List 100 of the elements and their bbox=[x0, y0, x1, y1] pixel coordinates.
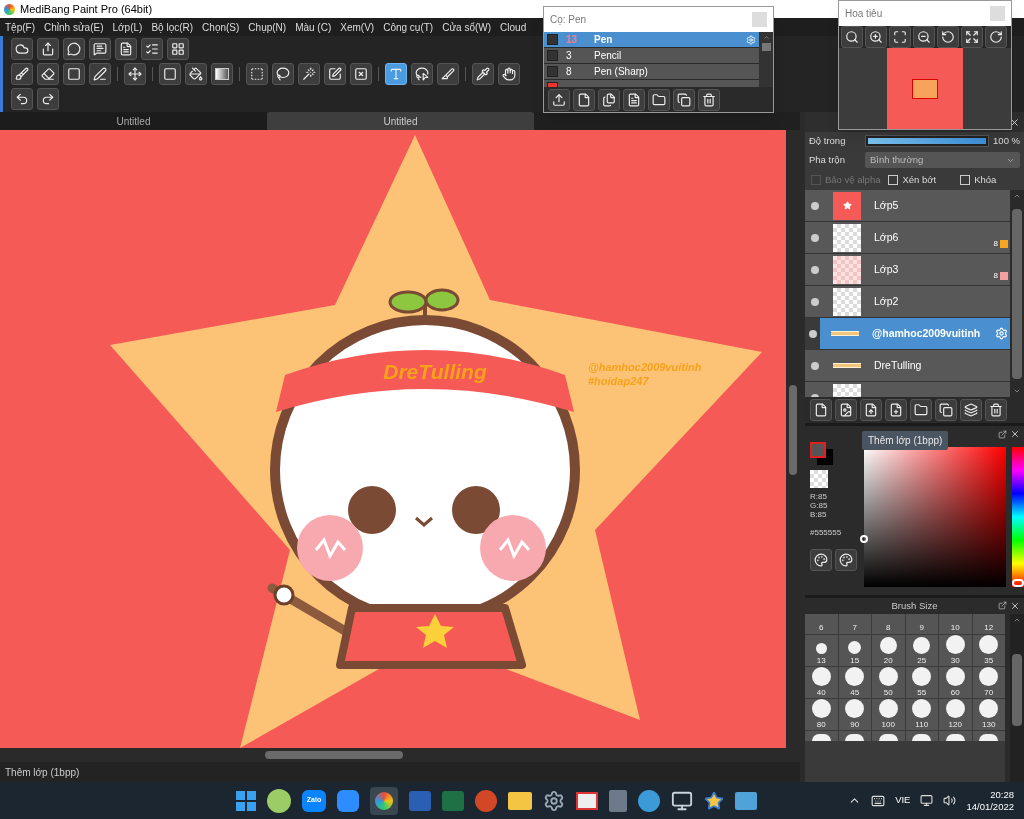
palette-button[interactable] bbox=[810, 549, 832, 571]
brush-size-option[interactable]: 8 bbox=[872, 614, 905, 634]
powerpoint-icon[interactable] bbox=[475, 789, 497, 812]
eyedropper-button[interactable] bbox=[472, 63, 494, 85]
brush-size-option[interactable]: 110 bbox=[905, 699, 938, 730]
color-swatch[interactable] bbox=[810, 442, 834, 466]
brush-size-option[interactable]: 6 bbox=[805, 614, 838, 634]
scroll-down-icon[interactable] bbox=[1013, 387, 1021, 395]
layer-row[interactable]: Lớp5 bbox=[805, 190, 1010, 222]
dashed-square-button[interactable] bbox=[246, 63, 268, 85]
brush-size-option[interactable]: 120 bbox=[939, 699, 972, 730]
brush-list-scrollbar[interactable] bbox=[759, 32, 773, 87]
menu-item[interactable]: Xem(V) bbox=[340, 19, 375, 35]
palette-edit-button[interactable] bbox=[835, 549, 857, 571]
menu-item[interactable]: Công cụ(T) bbox=[383, 19, 434, 35]
layer-row[interactable]: Lớp6 8 bbox=[805, 222, 1010, 254]
language-indicator[interactable]: VIE bbox=[895, 793, 911, 808]
document-tab[interactable]: Untitled bbox=[267, 112, 534, 130]
globe-icon[interactable] bbox=[638, 789, 660, 812]
brush-size-option[interactable]: 13 bbox=[805, 635, 838, 666]
brush-size-option[interactable] bbox=[972, 731, 1005, 741]
menu-item[interactable]: Tệp(F) bbox=[5, 19, 35, 35]
redo-button[interactable] bbox=[37, 88, 59, 111]
copy-brush-button[interactable] bbox=[673, 88, 695, 111]
text-bubble-button[interactable] bbox=[89, 37, 111, 60]
folder-icon[interactable] bbox=[508, 791, 532, 810]
magic-wand-button[interactable] bbox=[298, 63, 320, 85]
document-tab[interactable]: Untitled bbox=[0, 112, 267, 130]
brush-size-option[interactable]: 20 bbox=[872, 635, 905, 666]
close-icon[interactable] bbox=[1010, 601, 1020, 611]
brush-size-option[interactable] bbox=[838, 731, 871, 741]
calculator-icon[interactable] bbox=[609, 789, 627, 812]
layer-row[interactable]: Lớp2 bbox=[805, 286, 1010, 318]
menu-item[interactable]: Chỉnh sửa(E) bbox=[44, 19, 104, 35]
brush-button[interactable] bbox=[11, 63, 33, 85]
undock-icon[interactable] bbox=[998, 601, 1007, 610]
brush-size-option[interactable]: 12 bbox=[972, 614, 1005, 634]
zoom-out-button[interactable] bbox=[913, 26, 935, 48]
share-button[interactable] bbox=[37, 37, 59, 60]
clock[interactable]: 20:28 14/01/2022 bbox=[966, 788, 1014, 813]
list-button[interactable] bbox=[141, 37, 163, 60]
brush-size-option[interactable]: 70 bbox=[972, 667, 1005, 698]
video-call-icon[interactable] bbox=[337, 789, 359, 812]
menu-item[interactable]: Màu (C) bbox=[295, 19, 332, 35]
brush-size-option[interactable]: 25 bbox=[905, 635, 938, 666]
star-icon[interactable] bbox=[704, 790, 724, 811]
brush-size-option[interactable]: 10 bbox=[939, 614, 972, 634]
computer-icon[interactable] bbox=[671, 789, 693, 812]
blend-dropdown[interactable]: Bình thường bbox=[865, 152, 1020, 168]
brush-size-option[interactable] bbox=[939, 731, 972, 741]
rotate-left-button[interactable] bbox=[937, 26, 959, 48]
paint-bucket-button[interactable] bbox=[185, 63, 207, 85]
speech-bubble-button[interactable] bbox=[63, 37, 85, 60]
undock-icon[interactable] bbox=[998, 429, 1007, 439]
menu-item[interactable]: Cloud bbox=[500, 19, 527, 35]
app-icon[interactable] bbox=[267, 788, 291, 813]
scroll-up-icon[interactable] bbox=[1013, 616, 1021, 624]
reset-view-button[interactable] bbox=[961, 26, 983, 48]
fit-button[interactable] bbox=[889, 26, 911, 48]
word-icon[interactable] bbox=[409, 790, 431, 811]
menu-item[interactable]: Cửa sổ(W) bbox=[442, 19, 492, 35]
eraser-button[interactable] bbox=[37, 63, 59, 85]
transparent-swatch[interactable] bbox=[810, 470, 828, 488]
layer-row[interactable]: Lớp3 8 bbox=[805, 254, 1010, 286]
layer-row[interactable]: DreTulling bbox=[805, 350, 1010, 382]
rotate-right-button[interactable] bbox=[985, 26, 1007, 48]
brush-size-option[interactable]: 7 bbox=[838, 614, 871, 634]
scroll-up-icon[interactable] bbox=[762, 34, 770, 41]
menu-item[interactable]: Bộ lọc(R) bbox=[151, 19, 194, 35]
brush-size-option[interactable]: 15 bbox=[838, 635, 871, 666]
folder-button[interactable] bbox=[910, 399, 932, 421]
zoom-actual-button[interactable] bbox=[841, 26, 863, 48]
new-brush-button[interactable] bbox=[573, 88, 595, 111]
lasso-button[interactable] bbox=[272, 63, 294, 85]
delete-brush-button[interactable] bbox=[698, 88, 720, 111]
hue-thumb[interactable] bbox=[1012, 579, 1024, 587]
selection-eraser-button[interactable] bbox=[350, 63, 372, 85]
gradient-button[interactable] bbox=[211, 63, 233, 85]
layer-option-checkbox[interactable]: Khóa bbox=[960, 172, 997, 188]
brush-size-option[interactable]: 130 bbox=[972, 699, 1005, 730]
layer-scrollbar[interactable] bbox=[1010, 190, 1024, 397]
brush-size-option[interactable]: 50 bbox=[872, 667, 905, 698]
brush-size-option[interactable]: 100 bbox=[872, 699, 905, 730]
brush-size-option[interactable]: 45 bbox=[838, 667, 871, 698]
control-panel-icon[interactable] bbox=[735, 791, 757, 810]
brush-size-option[interactable]: 30 bbox=[939, 635, 972, 666]
brush-size-option[interactable]: 90 bbox=[838, 699, 871, 730]
brush-size-option[interactable] bbox=[872, 731, 905, 741]
pen-button[interactable] bbox=[89, 63, 111, 85]
start-icon[interactable] bbox=[236, 790, 256, 811]
brush-settings-button[interactable] bbox=[623, 88, 645, 111]
excel-icon[interactable] bbox=[442, 790, 464, 811]
menu-item[interactable]: Lớp(L) bbox=[112, 19, 143, 35]
duplicate-button[interactable] bbox=[935, 399, 957, 421]
menu-item[interactable]: Chọn(S) bbox=[202, 19, 240, 35]
selection-pen-button[interactable] bbox=[324, 63, 346, 85]
brush-size-option[interactable] bbox=[905, 731, 938, 741]
network-icon[interactable] bbox=[920, 794, 934, 807]
text-button[interactable] bbox=[385, 63, 407, 85]
layer-option-checkbox[interactable]: Xén bớt bbox=[888, 172, 937, 188]
